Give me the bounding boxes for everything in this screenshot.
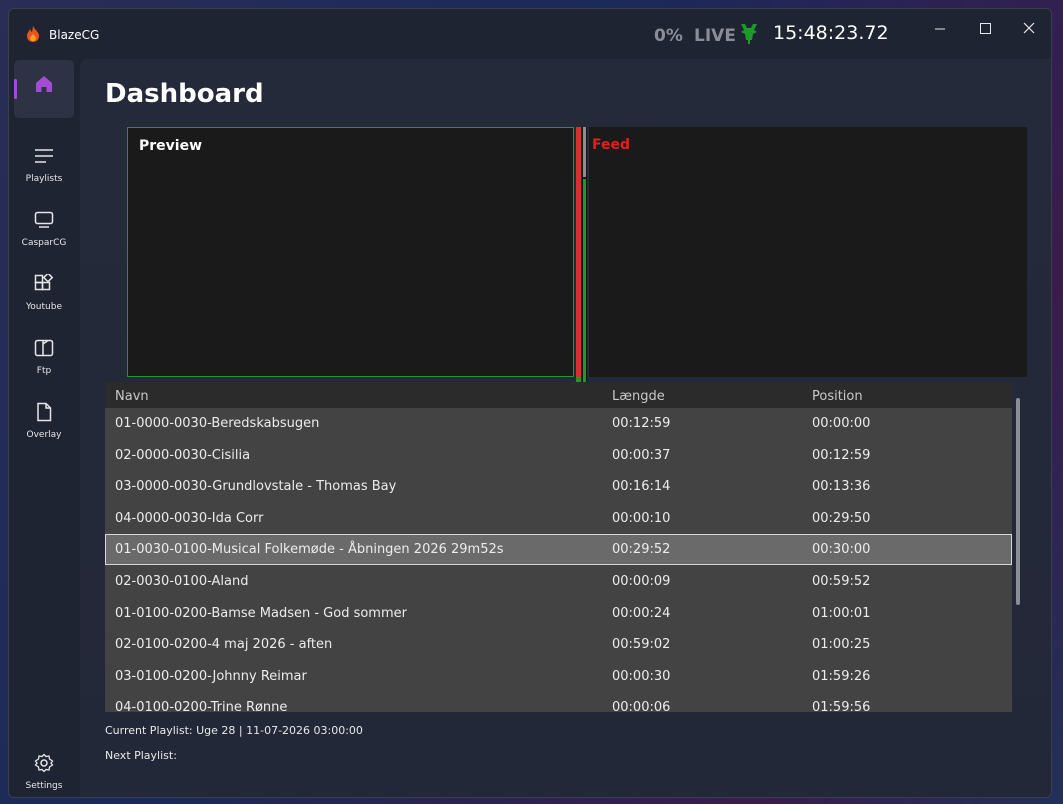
cell-name: 01-0030-0100-Musical Folkemøde - Åbninge… xyxy=(115,542,504,557)
feed-label: Feed xyxy=(592,137,631,153)
cell-name: 02-0000-0030-Cisilia xyxy=(115,448,251,463)
cell-length: 00:00:06 xyxy=(612,700,671,712)
cell-length: 00:00:10 xyxy=(612,511,671,526)
cell-name: 01-0000-0030-Beredskabsugen xyxy=(115,416,320,431)
sidebar-item-casparcg[interactable]: CasparCG xyxy=(14,196,74,254)
sidebar-item-label: Overlay xyxy=(26,430,62,440)
cell-position: 00:00:00 xyxy=(812,416,871,431)
main-content: Dashboard Preview Feed Navn Længde Posit… xyxy=(80,59,1051,797)
feed-panel: Feed xyxy=(589,127,1027,377)
table-scrollbar[interactable] xyxy=(1016,398,1020,605)
cell-position: 00:30:00 xyxy=(812,542,871,557)
live-indicator-icon xyxy=(739,23,759,45)
preview-panel: Preview xyxy=(127,127,574,377)
cell-length: 00:12:59 xyxy=(612,416,671,431)
audio-meter-left xyxy=(576,127,581,377)
table-row[interactable]: 04-0000-0030-Ida Corr 00:00:10 00:29:50 xyxy=(105,503,1012,534)
table-row[interactable]: 02-0030-0100-Aland 00:00:09 00:59:52 xyxy=(105,566,1012,597)
cell-position: 00:13:36 xyxy=(812,479,871,494)
cell-position: 01:00:01 xyxy=(812,606,871,621)
current-playlist-info: Current Playlist: Uge 28 | 11-07-2026 03… xyxy=(105,724,363,737)
cell-name: 02-0100-0200-4 maj 2026 - aften xyxy=(115,637,333,652)
sidebar-item-playlists[interactable]: Playlists xyxy=(14,132,74,190)
live-label: LIVE xyxy=(694,26,736,46)
minimize-button[interactable] xyxy=(922,15,958,43)
sidebar-item-settings[interactable]: Settings xyxy=(14,739,74,797)
sidebar-item-dashboard[interactable] xyxy=(14,60,74,118)
sidebar-item-youtube[interactable]: Youtube xyxy=(14,260,74,318)
sidebar-item-ftp[interactable]: Ftp xyxy=(14,324,74,382)
cell-position: 01:59:26 xyxy=(812,669,871,684)
app-window: BlazeCG 0% LIVE 15:48:23.72 Playlists Ca… xyxy=(8,8,1052,798)
sidebar-item-label: CasparCG xyxy=(21,238,67,248)
cell-position: 00:59:52 xyxy=(812,574,871,589)
cell-name: 03-0100-0200-Johnny Reimar xyxy=(115,669,307,684)
cell-length: 00:29:52 xyxy=(612,542,671,557)
sidebar-item-overlay[interactable]: Overlay xyxy=(14,388,74,446)
cell-length: 00:00:09 xyxy=(612,574,671,589)
table-row-selected[interactable]: 01-0030-0100-Musical Folkemøde - Åbninge… xyxy=(105,534,1012,565)
table-row[interactable]: 04-0100-0200-Trine Rønne 00:00:06 01:59:… xyxy=(105,692,1012,712)
table-row[interactable]: 03-0000-0030-Grundlovstale - Thomas Bay … xyxy=(105,471,1012,502)
column-header-navn[interactable]: Navn xyxy=(115,389,149,404)
cell-length: 00:00:37 xyxy=(612,448,671,463)
cell-position: 01:00:25 xyxy=(812,637,871,652)
app-title: BlazeCG xyxy=(49,28,100,42)
table-row[interactable]: 01-0100-0200-Bamse Madsen - God sommer 0… xyxy=(105,598,1012,629)
sidebar: Playlists CasparCG Youtube Ftp Overlay S… xyxy=(9,59,79,797)
cell-length: 00:00:30 xyxy=(612,669,671,684)
page-title: Dashboard xyxy=(105,79,264,109)
cell-name: 04-0000-0030-Ida Corr xyxy=(115,511,264,526)
output-percent: 0% xyxy=(654,26,683,46)
table-row[interactable]: 03-0100-0200-Johnny Reimar 00:00:30 01:5… xyxy=(105,661,1012,692)
sidebar-item-label: Playlists xyxy=(25,174,63,184)
cell-length: 00:59:02 xyxy=(612,637,671,652)
table-row[interactable]: 01-0000-0030-Beredskabsugen 00:12:59 00:… xyxy=(105,408,1012,439)
playlist-table: Navn Længde Position 01-0000-0030-Bereds… xyxy=(105,382,1012,712)
active-indicator xyxy=(14,79,17,99)
cell-length: 00:16:14 xyxy=(612,479,671,494)
title-bar: BlazeCG 0% LIVE 15:48:23.72 xyxy=(9,9,1051,59)
cell-name: 01-0100-0200-Bamse Madsen - God sommer xyxy=(115,606,407,621)
cell-length: 00:00:24 xyxy=(612,606,671,621)
cell-name: 04-0100-0200-Trine Rønne xyxy=(115,700,288,712)
cell-name: 02-0030-0100-Aland xyxy=(115,574,249,589)
next-playlist-info: Next Playlist: xyxy=(105,749,177,762)
table-row[interactable]: 02-0100-0200-4 maj 2026 - aften 00:59:02… xyxy=(105,629,1012,660)
table-header: Navn Længde Position xyxy=(105,382,1012,408)
preview-label: Preview xyxy=(139,138,203,154)
sidebar-item-label: Settings xyxy=(25,781,63,791)
audio-meter-right-peak xyxy=(583,127,586,177)
audio-meter-right xyxy=(583,179,586,383)
column-header-laengde[interactable]: Længde xyxy=(612,389,665,404)
cell-position: 01:59:56 xyxy=(812,700,871,712)
column-header-position[interactable]: Position xyxy=(812,389,863,404)
clock: 15:48:23.72 xyxy=(773,22,889,44)
flame-icon xyxy=(26,26,40,42)
sidebar-item-label: Ftp xyxy=(36,366,52,376)
sidebar-item-label: Youtube xyxy=(26,302,62,312)
table-row[interactable]: 02-0000-0030-Cisilia 00:00:37 00:12:59 xyxy=(105,440,1012,471)
cell-name: 03-0000-0030-Grundlovstale - Thomas Bay xyxy=(115,479,397,494)
close-button[interactable] xyxy=(1011,15,1047,43)
maximize-button[interactable] xyxy=(967,15,1003,43)
cell-position: 00:12:59 xyxy=(812,448,871,463)
cell-position: 00:29:50 xyxy=(812,511,871,526)
